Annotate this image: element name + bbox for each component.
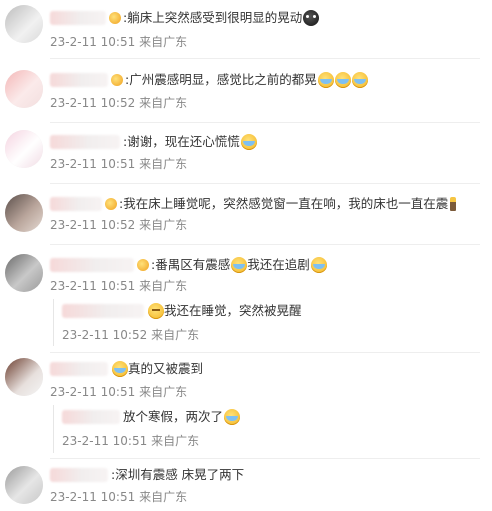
comment-text: 真的又被震到 — [128, 361, 204, 376]
comment-meta: 23-2-11 10:51 来自广东 — [50, 489, 187, 505]
comment-meta: 23-2-11 10:52 来自广东 — [50, 217, 187, 233]
username-blurred[interactable] — [62, 304, 144, 318]
divider — [50, 183, 480, 184]
source-label: 来自广东 — [139, 157, 188, 171]
comment-line: :番禺区有震感 我还在追剧 — [50, 255, 327, 275]
username-blurred[interactable] — [50, 11, 106, 25]
username-blurred[interactable] — [50, 135, 120, 149]
timestamp: 23-2-11 10:51 — [50, 157, 136, 171]
timestamp: 23-2-11 10:51 — [50, 279, 136, 293]
crown-icon — [111, 74, 123, 86]
comment-line: :我在床上睡觉呢，突然感觉窗一直在响，我的床也一直在震 — [50, 194, 457, 214]
comment-meta: 23-2-11 10:51 来自广东 — [50, 34, 187, 50]
crown-icon — [137, 259, 149, 271]
avatar[interactable] — [5, 358, 43, 396]
source-label: 来自广东 — [151, 434, 200, 448]
username-blurred[interactable] — [50, 468, 108, 482]
cry-emoji-icon — [310, 257, 327, 273]
comment-line: :深圳有震感 床晃了两下 — [50, 465, 244, 485]
source-label: 来自广东 — [139, 96, 188, 110]
comment-line: :躺床上突然感受到很明显的晃动 — [50, 8, 320, 28]
username-blurred[interactable] — [50, 362, 108, 376]
source-label: 来自广东 — [139, 385, 188, 399]
timestamp: 23-2-11 10:52 — [50, 96, 136, 110]
source-label: 来自广东 — [151, 328, 200, 342]
comment-meta: 23-2-11 10:51 来自广东 — [50, 156, 187, 172]
divider — [50, 458, 480, 459]
crown-icon — [105, 198, 117, 210]
source-label: 来自广东 — [139, 490, 188, 504]
reply-thread: 我还在睡觉，突然被晃醒 23-2-11 10:52 来自广东 — [53, 299, 479, 346]
comment-text: :谢谢，现在还心慌慌 — [123, 134, 240, 149]
comment-meta: 23-2-11 10:51 来自广东 — [50, 384, 187, 400]
sleepy-emoji-icon — [148, 303, 164, 319]
username-blurred[interactable] — [50, 258, 134, 272]
crown-icon — [109, 12, 121, 24]
avatar[interactable] — [5, 130, 43, 168]
divider — [50, 244, 480, 245]
timestamp: 23-2-11 10:51 — [62, 434, 148, 448]
cry-emoji-icon — [317, 72, 334, 88]
cry-emoji-icon — [334, 72, 351, 88]
reply-text: 放个寒假，两次了 — [123, 409, 224, 424]
cry-emoji-icon — [240, 134, 257, 150]
comment-line: :谢谢，现在还心慌慌 — [50, 132, 257, 152]
divider — [50, 122, 480, 123]
comment-meta: 23-2-11 10:51 来自广东 — [50, 278, 187, 294]
comment-text: :广州震感明显，感觉比之前的都晃 — [125, 72, 317, 87]
source-label: 来自广东 — [139, 35, 188, 49]
username-blurred[interactable] — [62, 410, 120, 424]
avatar[interactable] — [5, 70, 43, 108]
reply-line: 放个寒假，两次了 — [62, 407, 241, 427]
username-blurred[interactable] — [50, 197, 102, 211]
comment-line: 真的又被震到 — [50, 359, 203, 379]
comment-text: :我在床上睡觉呢，突然感觉窗一直在响，我的床也一直在震 — [119, 196, 449, 211]
cry-emoji-icon — [112, 361, 128, 377]
timestamp: 23-2-11 10:52 — [62, 328, 148, 342]
source-label: 来自广东 — [139, 279, 188, 293]
avatar[interactable] — [5, 5, 43, 43]
reply-meta: 23-2-11 10:52 来自广东 — [62, 327, 199, 343]
source-label: 来自广东 — [139, 218, 188, 232]
timestamp: 23-2-11 10:51 — [50, 385, 136, 399]
reply-meta: 23-2-11 10:51 来自广东 — [62, 433, 199, 449]
comment-text: :躺床上突然感受到很明显的晃动 — [123, 10, 303, 25]
cry-emoji-icon — [231, 257, 248, 273]
comment-text: :番禺区有震感 — [151, 257, 231, 272]
divider — [50, 58, 480, 59]
comment-text-continued: 我还在追剧 — [247, 257, 310, 272]
dark-face-emoji-icon — [303, 10, 320, 26]
timestamp: 23-2-11 10:52 — [50, 218, 136, 232]
comment-line: :广州震感明显，感觉比之前的都晃 — [50, 70, 368, 90]
avatar[interactable] — [5, 194, 43, 232]
torch-icon — [450, 197, 457, 211]
cry-emoji-icon — [224, 409, 241, 425]
avatar[interactable] — [5, 466, 43, 504]
comment-meta: 23-2-11 10:52 来自广东 — [50, 95, 187, 111]
comment-text: :深圳有震感 床晃了两下 — [111, 467, 245, 482]
timestamp: 23-2-11 10:51 — [50, 490, 136, 504]
cry-emoji-icon — [351, 72, 368, 88]
avatar[interactable] — [5, 254, 43, 292]
timestamp: 23-2-11 10:51 — [50, 35, 136, 49]
reply-line: 我还在睡觉，突然被晃醒 — [62, 301, 302, 321]
reply-text: 我还在睡觉，突然被晃醒 — [164, 303, 302, 318]
divider — [50, 352, 480, 353]
username-blurred[interactable] — [50, 73, 108, 87]
reply-thread: 放个寒假，两次了 23-2-11 10:51 来自广东 — [53, 405, 479, 453]
